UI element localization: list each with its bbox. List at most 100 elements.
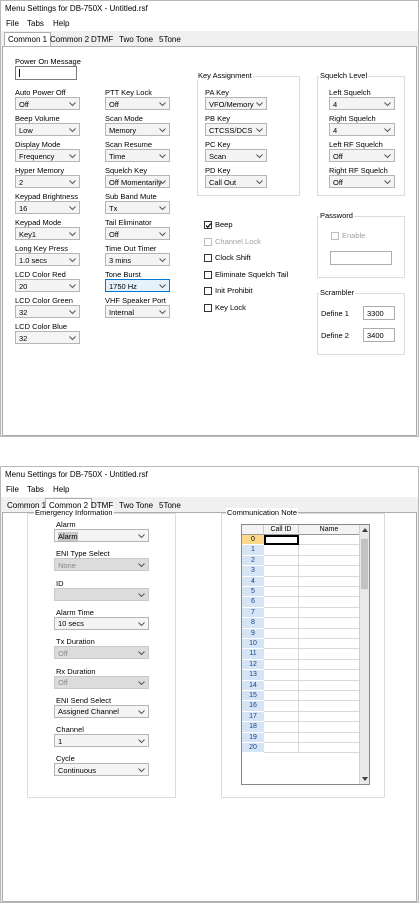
scroll-down-arrow-icon[interactable]: [360, 774, 370, 784]
grid-cell-name[interactable]: [299, 732, 360, 743]
menu-file[interactable]: File: [6, 19, 19, 28]
grid-cell-name[interactable]: [299, 711, 360, 723]
grid-cell-call-id[interactable]: [264, 628, 299, 639]
grid-cell-call-id[interactable]: [264, 597, 299, 608]
tab-two-tone[interactable]: Two Tone: [116, 34, 156, 46]
grid-row-header[interactable]: 9: [242, 628, 264, 639]
grid-cell-name[interactable]: [299, 639, 360, 650]
tab-common1[interactable]: Common 1: [4, 32, 52, 47]
grid-cell-name[interactable]: [299, 659, 360, 671]
beep-volume-select[interactable]: Low: [15, 123, 80, 136]
grid-row-header[interactable]: 16: [242, 701, 264, 712]
beep-checkbox[interactable]: [204, 221, 212, 229]
grid-row-header[interactable]: 19: [242, 732, 264, 743]
rx-duration-select[interactable]: Off: [54, 675, 149, 689]
tab-common2[interactable]: Common 2: [47, 34, 92, 46]
grid-row-header[interactable]: 8: [242, 618, 264, 629]
pd-key-select[interactable]: Call Out: [205, 175, 267, 188]
cycle-select[interactable]: Continuous: [54, 763, 149, 777]
grid-cell-call-id[interactable]: [264, 545, 299, 556]
communication-note-grid[interactable]: Call ID Name 0 1 2 3 4 5 6 7 8 9 10 11 12 13 14 15 16 17 1…: [241, 524, 370, 785]
scrollbar-thumb[interactable]: [361, 539, 368, 589]
init-prohibit-checkbox[interactable]: [204, 287, 212, 295]
grid-row-header[interactable]: 13: [242, 670, 264, 681]
grid-cell-name[interactable]: [299, 680, 360, 691]
grid-row-header[interactable]: 20: [242, 743, 264, 754]
grid-cell-call-id[interactable]: [264, 680, 299, 691]
grid-cell-name[interactable]: [299, 535, 360, 546]
grid-cell-name[interactable]: [299, 701, 360, 712]
lcd-color-blue-select[interactable]: 32: [15, 331, 80, 344]
menu-file[interactable]: File: [6, 485, 19, 494]
pc-key-select[interactable]: Scan: [205, 149, 267, 162]
grid-column-header-name[interactable]: Name: [299, 525, 360, 535]
clock-shift-checkbox[interactable]: [204, 254, 212, 262]
tx-duration-select[interactable]: Off: [54, 646, 149, 660]
grid-cell-call-id[interactable]: [264, 659, 299, 671]
grid-row-header[interactable]: 0: [242, 535, 264, 546]
grid-cell-name[interactable]: [299, 743, 360, 754]
menu-help[interactable]: Help: [53, 485, 69, 494]
pb-key-select[interactable]: CTCSS/DCS: [205, 123, 267, 136]
hyper-memory-select[interactable]: 2: [15, 175, 80, 188]
grid-cell-call-id[interactable]: [264, 607, 299, 619]
grid-cell-name[interactable]: [299, 566, 360, 577]
grid-cell-name[interactable]: [299, 597, 360, 608]
eni-type-select-select[interactable]: None: [54, 558, 149, 572]
grid-row-header[interactable]: 2: [242, 555, 264, 567]
key-lock-checkbox[interactable]: [204, 303, 212, 312]
grid-row-header[interactable]: 7: [242, 607, 264, 619]
keypad-brightness-select[interactable]: 16: [15, 201, 80, 214]
lcd-color-red-select[interactable]: 20: [15, 279, 80, 292]
grid-cell-call-id[interactable]: [264, 732, 299, 743]
menu-help[interactable]: Help: [53, 19, 69, 28]
scroll-up-arrow-icon[interactable]: [360, 525, 370, 535]
grid-cell-call-id[interactable]: [264, 535, 299, 546]
scan-mode-select[interactable]: Memory: [105, 123, 170, 136]
grid-cell-call-id[interactable]: [264, 639, 299, 650]
long-key-press-select[interactable]: 1.0 secs: [15, 253, 80, 266]
left-squelch-select[interactable]: 4: [329, 97, 395, 110]
grid-row-header[interactable]: 11: [242, 649, 264, 660]
right-squelch-select[interactable]: 4: [329, 123, 395, 136]
id-select[interactable]: [54, 587, 149, 601]
grid-cell-name[interactable]: [299, 607, 360, 619]
grid-cell-name[interactable]: [299, 587, 360, 598]
grid-cell-name[interactable]: [299, 545, 360, 556]
grid-row-header[interactable]: 15: [242, 691, 264, 702]
eliminate-squelch-tail-checkbox[interactable]: [204, 270, 212, 279]
grid-cell-name[interactable]: [299, 628, 360, 639]
vhf-speaker-port-select[interactable]: Internal: [105, 305, 170, 318]
grid-cell-name[interactable]: [299, 649, 360, 660]
grid-cell-call-id[interactable]: [264, 618, 299, 629]
grid-cell-call-id[interactable]: [264, 743, 299, 754]
time-out-timer-select[interactable]: 3 mins: [105, 253, 170, 266]
grid-cell-call-id[interactable]: [264, 722, 299, 733]
grid-cell-call-id[interactable]: [264, 670, 299, 681]
right-rf-squelch-select[interactable]: Off: [329, 175, 395, 188]
alarm-time-select[interactable]: 10 secs: [54, 616, 149, 630]
grid-cell-name[interactable]: [299, 691, 360, 702]
auto-power-off-select[interactable]: Off: [15, 97, 80, 110]
tab-5tone[interactable]: 5Tone: [156, 34, 184, 46]
sub-band-mute-select[interactable]: Tx: [105, 201, 170, 214]
display-mode-select[interactable]: Frequency: [15, 149, 80, 162]
grid-cell-name[interactable]: [299, 618, 360, 629]
power-on-message-input[interactable]: [15, 66, 77, 80]
tone-burst-select[interactable]: 1750 Hz: [105, 279, 170, 292]
scan-resume-select[interactable]: Time: [105, 149, 170, 162]
grid-cell-call-id[interactable]: [264, 576, 299, 587]
define-2-input[interactable]: 3400: [363, 328, 395, 342]
grid-row-header[interactable]: 10: [242, 639, 264, 650]
grid-cell-call-id[interactable]: [264, 701, 299, 712]
menu-tabs[interactable]: Tabs: [27, 19, 44, 28]
grid-row-header[interactable]: 5: [242, 587, 264, 598]
tab-5tone[interactable]: 5Tone: [156, 500, 184, 512]
grid-cell-call-id[interactable]: [264, 691, 299, 702]
grid-column-header-call-id[interactable]: Call ID: [264, 525, 299, 535]
grid-cell-name[interactable]: [299, 670, 360, 681]
grid-row-header[interactable]: 4: [242, 576, 264, 587]
tail-eliminator-select[interactable]: Off: [105, 227, 170, 240]
lcd-color-green-select[interactable]: 32: [15, 305, 80, 318]
password-enable-checkbox[interactable]: [331, 232, 339, 240]
